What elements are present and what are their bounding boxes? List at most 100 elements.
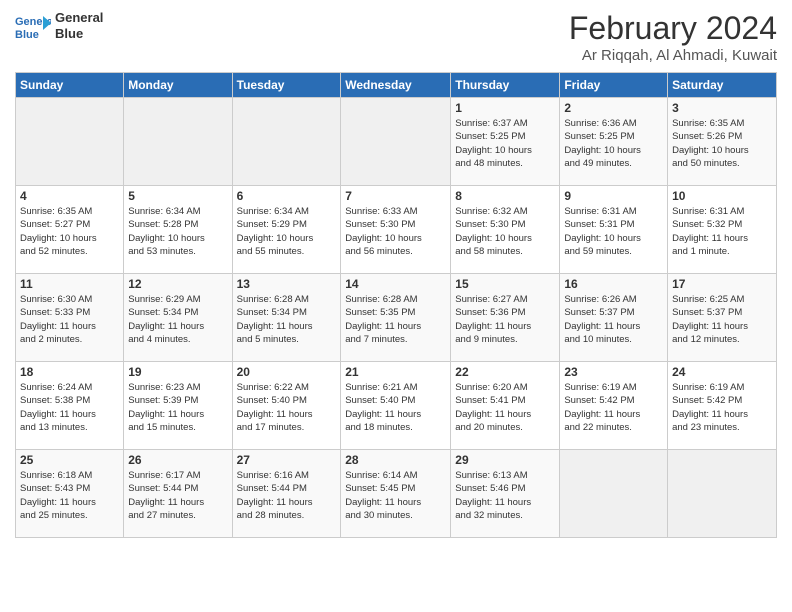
header-cell-friday: Friday [560, 73, 668, 98]
day-cell: 5 Sunrise: 6:34 AM Sunset: 5:28 PM Daylig… [124, 186, 232, 274]
day-number: 26 [128, 453, 227, 467]
day-info: Sunrise: 6:17 AM Sunset: 5:44 PM Dayligh… [128, 469, 227, 522]
week-row-3: 18Sunrise: 6:24 AM Sunset: 5:38 PM Dayli… [16, 362, 777, 450]
day-number: 29 [455, 453, 555, 467]
day-info: Sunrise: 6:34 AM Sunset: 5:28 PM Dayligh… [128, 205, 227, 258]
logo-text-blue: Blue [55, 26, 103, 42]
day-cell [124, 98, 232, 186]
header-cell-thursday: Thursday [451, 73, 560, 98]
day-info: Sunrise: 6:14 AM Sunset: 5:45 PM Dayligh… [345, 469, 446, 522]
day-number: 12 [128, 277, 227, 291]
logo-text-general: General [55, 10, 103, 26]
day-info: Sunrise: 6:30 AM Sunset: 5:33 PM Dayligh… [20, 293, 119, 346]
header-cell-monday: Monday [124, 73, 232, 98]
day-number: 10 [672, 189, 772, 203]
day-cell: 19 Sunrise: 6:23 AM Sunset: 5:39 PM Dayli… [124, 362, 232, 450]
logo-icon: General Blue [15, 11, 51, 41]
week-row-0: 1 Sunrise: 6:37 AM Sunset: 5:25 PM Daylig… [16, 98, 777, 186]
day-cell: 18Sunrise: 6:24 AM Sunset: 5:38 PM Dayli… [16, 362, 124, 450]
day-cell: 4 Sunrise: 6:35 AM Sunset: 5:27 PM Daylig… [16, 186, 124, 274]
day-number: 17 [672, 277, 772, 291]
week-row-1: 4 Sunrise: 6:35 AM Sunset: 5:27 PM Daylig… [16, 186, 777, 274]
day-cell: 14 Sunrise: 6:28 AM Sunset: 5:35 PM Dayli… [341, 274, 451, 362]
day-cell: 16 Sunrise: 6:26 AM Sunset: 5:37 PM Dayli… [560, 274, 668, 362]
svg-text:Blue: Blue [15, 29, 39, 41]
day-cell: 6 Sunrise: 6:34 AM Sunset: 5:29 PM Daylig… [232, 186, 341, 274]
day-info: Sunrise: 6:34 AM Sunset: 5:29 PM Dayligh… [237, 205, 337, 258]
day-number: 8 [455, 189, 555, 203]
day-cell [560, 450, 668, 538]
day-cell: 15Sunrise: 6:27 AM Sunset: 5:36 PM Dayli… [451, 274, 560, 362]
day-info: Sunrise: 6:31 AM Sunset: 5:31 PM Dayligh… [564, 205, 663, 258]
week-row-4: 25 Sunrise: 6:18 AM Sunset: 5:43 PM Dayli… [16, 450, 777, 538]
day-cell: 27 Sunrise: 6:16 AM Sunset: 5:44 PM Dayli… [232, 450, 341, 538]
day-cell: 11 Sunrise: 6:30 AM Sunset: 5:33 PM Dayli… [16, 274, 124, 362]
day-info: Sunrise: 6:18 AM Sunset: 5:43 PM Dayligh… [20, 469, 119, 522]
day-info: Sunrise: 6:27 AM Sunset: 5:36 PM Dayligh… [455, 293, 555, 346]
day-number: 24 [672, 365, 772, 379]
day-info: Sunrise: 6:32 AM Sunset: 5:30 PM Dayligh… [455, 205, 555, 258]
day-number: 5 [128, 189, 227, 203]
day-number: 16 [564, 277, 663, 291]
day-number: 25 [20, 453, 119, 467]
day-cell: 20Sunrise: 6:22 AM Sunset: 5:40 PM Dayli… [232, 362, 341, 450]
day-number: 11 [20, 277, 119, 291]
day-number: 28 [345, 453, 446, 467]
day-number: 22 [455, 365, 555, 379]
day-info: Sunrise: 6:36 AM Sunset: 5:25 PM Dayligh… [564, 117, 663, 170]
day-info: Sunrise: 6:13 AM Sunset: 5:46 PM Dayligh… [455, 469, 555, 522]
day-info: Sunrise: 6:20 AM Sunset: 5:41 PM Dayligh… [455, 381, 555, 434]
day-number: 14 [345, 277, 446, 291]
day-number: 20 [237, 365, 337, 379]
day-cell: 24 Sunrise: 6:19 AM Sunset: 5:42 PM Dayli… [668, 362, 777, 450]
title-block: February 2024 Ar Riqqah, Al Ahmadi, Kuwa… [569, 10, 777, 64]
day-number: 4 [20, 189, 119, 203]
day-number: 1 [455, 101, 555, 115]
header-cell-saturday: Saturday [668, 73, 777, 98]
day-info: Sunrise: 6:35 AM Sunset: 5:26 PM Dayligh… [672, 117, 772, 170]
day-cell: 28 Sunrise: 6:14 AM Sunset: 5:45 PM Dayli… [341, 450, 451, 538]
day-cell: 8 Sunrise: 6:32 AM Sunset: 5:30 PM Daylig… [451, 186, 560, 274]
day-info: Sunrise: 6:28 AM Sunset: 5:35 PM Dayligh… [345, 293, 446, 346]
day-info: Sunrise: 6:21 AM Sunset: 5:40 PM Dayligh… [345, 381, 446, 434]
day-cell: 22 Sunrise: 6:20 AM Sunset: 5:41 PM Dayli… [451, 362, 560, 450]
day-cell: 26 Sunrise: 6:17 AM Sunset: 5:44 PM Dayli… [124, 450, 232, 538]
day-info: Sunrise: 6:26 AM Sunset: 5:37 PM Dayligh… [564, 293, 663, 346]
day-cell: 17Sunrise: 6:25 AM Sunset: 5:37 PM Dayli… [668, 274, 777, 362]
day-cell: 2Sunrise: 6:36 AM Sunset: 5:25 PM Daylig… [560, 98, 668, 186]
day-cell: 29 Sunrise: 6:13 AM Sunset: 5:46 PM Dayli… [451, 450, 560, 538]
day-info: Sunrise: 6:19 AM Sunset: 5:42 PM Dayligh… [672, 381, 772, 434]
day-number: 6 [237, 189, 337, 203]
day-number: 27 [237, 453, 337, 467]
day-cell: 10 Sunrise: 6:31 AM Sunset: 5:32 PM Dayli… [668, 186, 777, 274]
day-cell: 25 Sunrise: 6:18 AM Sunset: 5:43 PM Dayli… [16, 450, 124, 538]
day-number: 9 [564, 189, 663, 203]
day-cell: 21 Sunrise: 6:21 AM Sunset: 5:40 PM Dayli… [341, 362, 451, 450]
day-cell [668, 450, 777, 538]
day-cell: 1 Sunrise: 6:37 AM Sunset: 5:25 PM Daylig… [451, 98, 560, 186]
day-cell: 13Sunrise: 6:28 AM Sunset: 5:34 PM Dayli… [232, 274, 341, 362]
day-info: Sunrise: 6:37 AM Sunset: 5:25 PM Dayligh… [455, 117, 555, 170]
day-info: Sunrise: 6:23 AM Sunset: 5:39 PM Dayligh… [128, 381, 227, 434]
calendar-body: 1 Sunrise: 6:37 AM Sunset: 5:25 PM Daylig… [16, 98, 777, 538]
day-cell [232, 98, 341, 186]
day-info: Sunrise: 6:28 AM Sunset: 5:34 PM Dayligh… [237, 293, 337, 346]
day-number: 19 [128, 365, 227, 379]
day-cell: 7Sunrise: 6:33 AM Sunset: 5:30 PM Daylig… [341, 186, 451, 274]
day-info: Sunrise: 6:19 AM Sunset: 5:42 PM Dayligh… [564, 381, 663, 434]
day-cell: 9 Sunrise: 6:31 AM Sunset: 5:31 PM Daylig… [560, 186, 668, 274]
day-info: Sunrise: 6:29 AM Sunset: 5:34 PM Dayligh… [128, 293, 227, 346]
day-number: 21 [345, 365, 446, 379]
header-cell-sunday: Sunday [16, 73, 124, 98]
day-cell [16, 98, 124, 186]
location-title: Ar Riqqah, Al Ahmadi, Kuwait [569, 47, 777, 64]
header-cell-wednesday: Wednesday [341, 73, 451, 98]
day-cell: 12 Sunrise: 6:29 AM Sunset: 5:34 PM Dayli… [124, 274, 232, 362]
day-info: Sunrise: 6:31 AM Sunset: 5:32 PM Dayligh… [672, 205, 772, 258]
logo: General Blue General Blue [15, 10, 103, 41]
day-info: Sunrise: 6:16 AM Sunset: 5:44 PM Dayligh… [237, 469, 337, 522]
day-number: 18 [20, 365, 119, 379]
day-info: Sunrise: 6:35 AM Sunset: 5:27 PM Dayligh… [20, 205, 119, 258]
week-row-2: 11 Sunrise: 6:30 AM Sunset: 5:33 PM Dayli… [16, 274, 777, 362]
month-title: February 2024 [569, 10, 777, 47]
